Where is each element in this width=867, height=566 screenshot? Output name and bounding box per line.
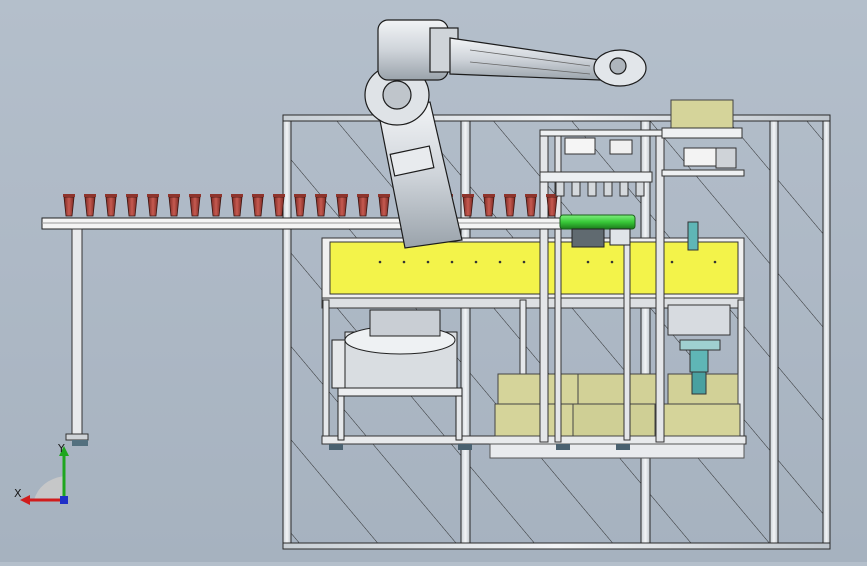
cup: [378, 196, 390, 217]
cad-viewport[interactable]: Y X: [0, 0, 867, 562]
cup: [483, 196, 495, 217]
cup-rim: [357, 194, 369, 197]
cup-rim: [231, 194, 243, 197]
cup-rim: [126, 194, 138, 197]
cup-rim: [336, 194, 348, 197]
cup-rim: [315, 194, 327, 197]
cup: [504, 196, 516, 217]
cup-rim: [84, 194, 96, 197]
triad-x-label: X: [14, 487, 22, 500]
cup: [210, 196, 222, 217]
cup-rim: [483, 194, 495, 197]
cup: [357, 196, 369, 217]
cup-rim: [168, 194, 180, 197]
cup: [231, 196, 243, 217]
cup: [252, 196, 264, 217]
cup: [546, 196, 558, 217]
cup-rim: [189, 194, 201, 197]
cup: [273, 196, 285, 217]
triad-y-label: Y: [57, 442, 65, 455]
cup-rim: [105, 194, 117, 197]
cup: [525, 196, 537, 217]
cup: [315, 196, 327, 217]
cup-rim: [294, 194, 306, 197]
cup: [84, 196, 96, 217]
cup-rim: [273, 194, 285, 197]
cup: [105, 196, 117, 217]
cup: [294, 196, 306, 217]
cup: [336, 196, 348, 217]
cup-rim: [252, 194, 264, 197]
cup: [147, 196, 159, 217]
cup-rim: [63, 194, 75, 197]
cup: [462, 196, 474, 217]
cup-rim: [378, 194, 390, 197]
cup-rim: [210, 194, 222, 197]
coordinate-triad: Y X: [14, 442, 69, 505]
cup: [63, 196, 75, 217]
cup: [189, 196, 201, 217]
cup-rim: [147, 194, 159, 197]
cup: [126, 196, 138, 217]
cup-rim: [462, 194, 474, 197]
cup: [168, 196, 180, 217]
cup-rim: [504, 194, 516, 197]
cup-rim: [525, 194, 537, 197]
